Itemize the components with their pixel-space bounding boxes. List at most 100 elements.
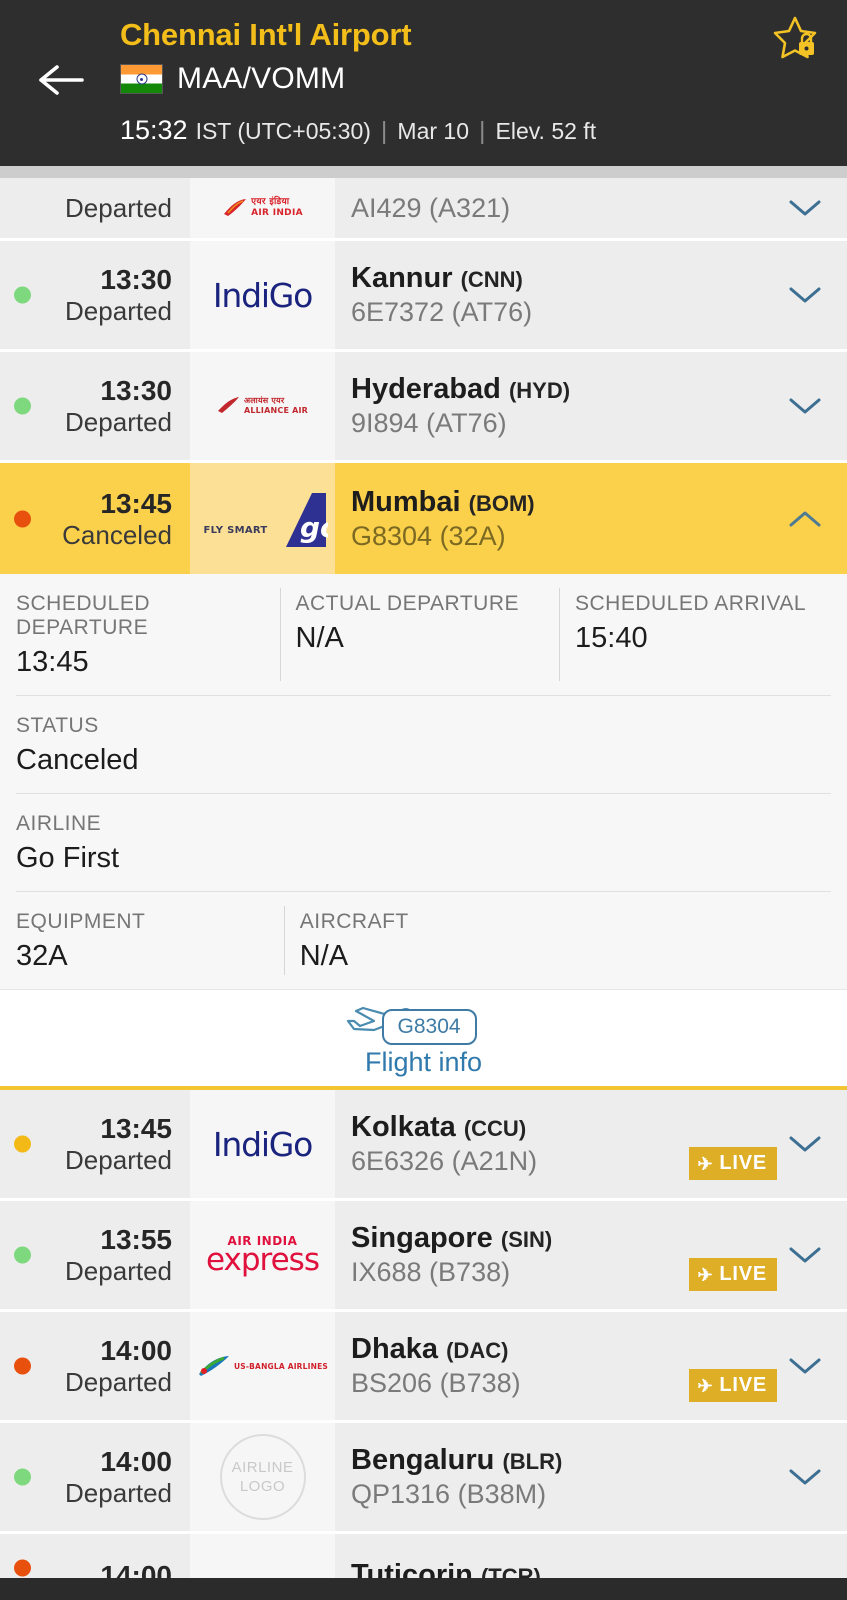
flight-number: IX688 (B738) <box>351 1257 511 1288</box>
row-dest-col: Mumbai (BOM) G8304 (32A) <box>335 463 677 574</box>
flight-time: 13:45 <box>100 1113 172 1145</box>
scheduled-arrival-cell: SCHEDULED ARRIVAL 15:40 <box>559 574 847 695</box>
equipment-label: EQUIPMENT <box>16 910 146 933</box>
table-row[interactable]: Departed एयर इंडिया AIR INDIA AI429 (A32… <box>0 178 847 241</box>
airline-cell: AIRLINE Go First <box>0 794 847 891</box>
chevron-down-icon[interactable] <box>785 1132 825 1156</box>
flight-time: 13:30 <box>100 264 172 296</box>
table-row[interactable]: 14:00 Departed US-BANGLA AIRLINES Dhaka … <box>0 1312 847 1423</box>
placeholder-line2: LOGO <box>239 1478 286 1495</box>
city-iata: (HYD) <box>508 378 571 404</box>
airport-code: MAA/VOMM <box>177 62 346 95</box>
flight-number: 6E6326 (A21N) <box>351 1146 538 1177</box>
city-name: Mumbai <box>351 485 461 518</box>
row-right-col: ✈ LIVE <box>677 1201 847 1309</box>
row-right-col <box>677 1423 847 1531</box>
airline-logo-cell: IndiGo <box>190 1090 335 1198</box>
flight-time: 13:30 <box>100 375 172 407</box>
destination-city: Hyderabad (HYD) <box>351 372 677 407</box>
row-time-col: 13:30 Departed <box>0 352 190 460</box>
detail-times-row: SCHEDULED DEPARTURE 13:45 ACTUAL DEPARTU… <box>0 574 847 695</box>
city-iata: (CCU) <box>463 1116 527 1142</box>
flight-info-tag: G8304 <box>381 1008 477 1045</box>
city-name: Hyderabad <box>351 373 501 406</box>
status-dot <box>14 397 31 415</box>
row-time-col: 13:45 Canceled <box>0 463 190 574</box>
row-dest-col: Kolkata (CCU) 6E6326 (A21N) <box>335 1090 677 1198</box>
indigo-logo: IndiGo <box>212 275 314 315</box>
flight-status: Departed <box>65 1367 172 1398</box>
table-row[interactable]: 14:00 Departed AIRLINE LOGO Bengaluru (B… <box>0 1423 847 1534</box>
row-right-col: ✈ LIVE <box>677 1090 847 1198</box>
app-page: Chennai Int'l Airport MAA/VOMM 15:32 IST… <box>0 0 847 1600</box>
alliance-english: ALLIANCE AIR <box>243 406 309 415</box>
plane-icon: ✈ <box>697 1264 714 1285</box>
scheduled-arrival-value: 15:40 <box>575 622 648 654</box>
row-right-col <box>677 178 847 238</box>
chevron-up-icon[interactable] <box>785 507 825 531</box>
flight-status: Departed <box>65 1256 172 1287</box>
flight-number: 9I894 (AT76) <box>351 408 507 439</box>
status-label: STATUS <box>16 714 99 737</box>
flight-number: 6E7372 (AT76) <box>351 297 533 328</box>
status-cell: STATUS Canceled <box>0 696 847 793</box>
chevron-down-icon[interactable] <box>785 1243 825 1267</box>
city-iata: (BLR) <box>502 1449 563 1475</box>
table-row[interactable]: 13:45 Departed IndiGo Kolkata (CCU) 6E63… <box>0 1090 847 1201</box>
city-name: Bengaluru <box>351 1444 495 1477</box>
chevron-down-icon[interactable] <box>785 196 825 220</box>
airline-logo-placeholder: AIRLINE LOGO <box>219 1434 306 1520</box>
city-iata: (DAC) <box>446 1338 509 1364</box>
table-row[interactable]: 13:30 Departed अलायंस एयर ALLIANCE AIR H… <box>0 352 847 463</box>
airline-value: Go First <box>16 842 120 874</box>
scheduled-arrival-label: SCHEDULED ARRIVAL <box>575 592 807 615</box>
live-label: LIVE <box>719 1152 767 1174</box>
chevron-down-icon[interactable] <box>785 283 825 307</box>
city-name: Dhaka <box>351 1333 439 1366</box>
table-row[interactable]: 13:55 Departed AIR INDIA express Singapo… <box>0 1201 847 1312</box>
row-right-col <box>677 241 847 349</box>
row-right-col <box>677 352 847 460</box>
app-header: Chennai Int'l Airport MAA/VOMM 15:32 IST… <box>0 0 847 166</box>
alliance-air-logo: अलायंस एयर ALLIANCE AIR <box>217 396 308 417</box>
row-time-col: 14:00 Departed <box>0 1312 190 1420</box>
scheduled-departure-cell: SCHEDULED DEPARTURE 13:45 <box>0 574 280 695</box>
equipment-cell: EQUIPMENT 32A <box>0 892 284 989</box>
row-dest-col: AI429 (A321) <box>335 178 677 238</box>
flight-info-link[interactable]: G8304 Flight info <box>0 989 847 1086</box>
airport-code-row: MAA/VOMM <box>120 62 345 96</box>
flight-status: Departed <box>65 192 172 223</box>
equipment-value: 32A <box>16 940 68 972</box>
row-time-col: Departed <box>0 178 190 238</box>
actual-departure-value: N/A <box>295 622 344 654</box>
status-dot <box>14 1357 31 1375</box>
chevron-down-icon[interactable] <box>785 1354 825 1378</box>
flight-time: 13:45 <box>100 487 172 519</box>
live-badge[interactable]: ✈ LIVE <box>689 1258 777 1291</box>
aircraft-label: AIRCRAFT <box>299 910 409 933</box>
flight-status: Departed <box>65 296 172 327</box>
chevron-down-icon[interactable] <box>785 394 825 418</box>
system-nav-bar <box>0 1578 847 1600</box>
live-badge[interactable]: ✈ LIVE <box>689 1147 777 1180</box>
airline-logo-cell: go FLY SMART <box>190 463 335 574</box>
row-dest-col: Hyderabad (HYD) 9I894 (AT76) <box>335 352 677 460</box>
us-bangla-text: US-BANGLA AIRLINES <box>233 1361 329 1371</box>
flight-number: QP1316 (B38M) <box>351 1479 547 1510</box>
live-badge[interactable]: ✈ LIVE <box>689 1369 777 1402</box>
air-india-english: AIR INDIA <box>251 208 303 218</box>
status-dot <box>14 1246 31 1264</box>
airline-logo-cell: IndiGo <box>190 241 335 349</box>
table-row-expanded[interactable]: 13:45 Canceled go FLY SMART Mumbai (BOM)… <box>0 463 847 574</box>
row-time-col: 13:30 Departed <box>0 241 190 349</box>
back-arrow-icon[interactable] <box>38 62 84 98</box>
table-row[interactable]: 13:30 Departed IndiGo Kannur (CNN) 6E737… <box>0 241 847 352</box>
aircraft-value: N/A <box>299 940 349 972</box>
chevron-down-icon[interactable] <box>785 1465 825 1489</box>
flight-info-label[interactable]: Flight info <box>365 1047 482 1078</box>
star-lock-icon[interactable] <box>769 14 821 62</box>
status-dot <box>14 1135 31 1153</box>
express-line2: express <box>206 1241 320 1278</box>
indigo-logo: IndiGo <box>212 1124 314 1164</box>
air-india-express-logo: AIR INDIA express <box>206 1235 320 1278</box>
